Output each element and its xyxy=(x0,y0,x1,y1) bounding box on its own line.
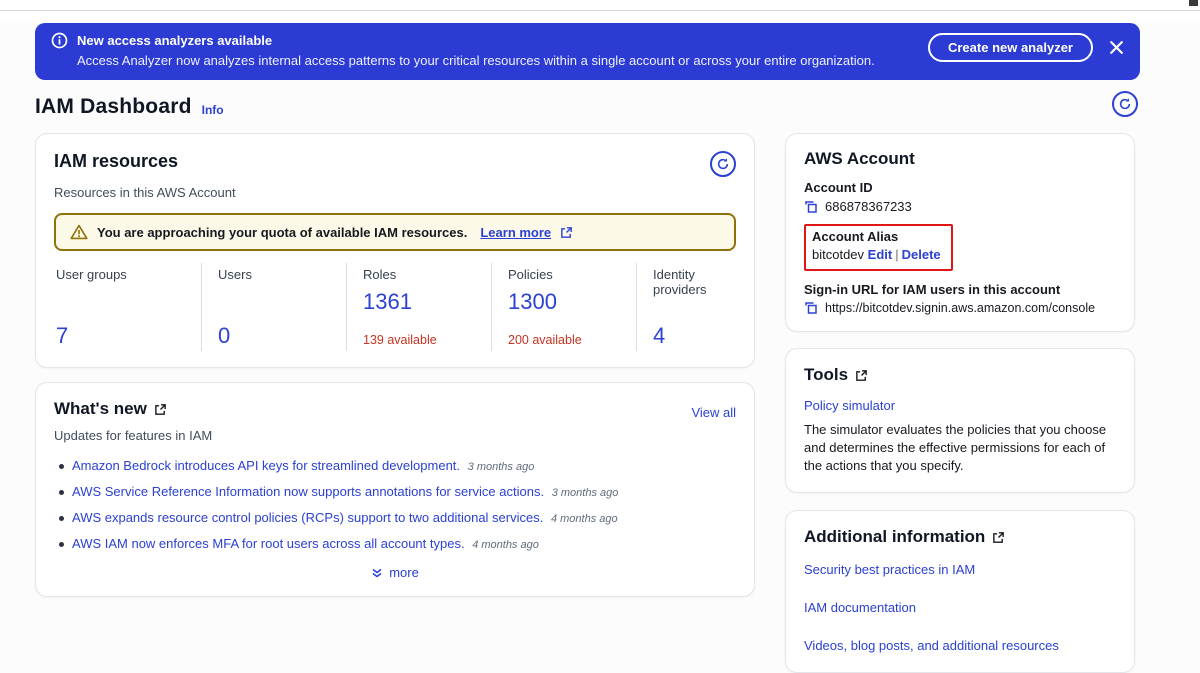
quota-warning-text: You are approaching your quota of availa… xyxy=(97,225,467,240)
copy-icon[interactable] xyxy=(804,200,818,214)
whats-new-title: What's new xyxy=(54,399,147,419)
stat-user-groups: User groups 7 xyxy=(54,263,201,351)
create-new-analyzer-button[interactable]: Create new analyzer xyxy=(928,33,1093,62)
stat-policies: Policies 1300 200 available xyxy=(491,263,636,351)
aws-account-card: AWS Account Account ID 686878367233 Acco… xyxy=(785,133,1135,332)
warning-triangle-icon xyxy=(70,224,88,240)
roles-count[interactable]: 1361 xyxy=(363,289,412,314)
more-toggle[interactable]: more xyxy=(371,565,419,580)
tools-card: Tools Policy simulator The simulator eva… xyxy=(785,348,1135,493)
info-circle-icon xyxy=(51,32,68,49)
videos-blog-posts-link[interactable]: Videos, blog posts, and additional resou… xyxy=(804,637,1116,654)
account-alias-label: Account Alias xyxy=(812,229,941,244)
list-item: Amazon Bedrock introduces API keys for s… xyxy=(54,458,736,475)
whats-new-list: Amazon Bedrock introduces API keys for s… xyxy=(54,458,736,553)
info-link[interactable]: Info xyxy=(202,103,224,117)
tools-title: Tools xyxy=(804,365,848,385)
account-id-value: 686878367233 xyxy=(825,199,912,214)
list-item: AWS Service Reference Information now su… xyxy=(54,484,736,501)
corner-mark xyxy=(1189,0,1198,6)
signin-url-label: Sign-in URL for IAM users in this accoun… xyxy=(804,282,1116,297)
flash-banner: New access analyzers available Access An… xyxy=(35,23,1140,80)
quota-warning-banner: You are approaching your quota of availa… xyxy=(54,213,736,251)
banner-title: New access analyzers available xyxy=(77,33,272,48)
external-link-icon xyxy=(855,369,868,382)
double-chevron-down-icon xyxy=(371,567,383,579)
list-item: AWS IAM now enforces MFA for root users … xyxy=(54,536,736,553)
additional-information-title: Additional information xyxy=(804,527,985,547)
close-icon[interactable] xyxy=(1109,40,1124,55)
top-strip xyxy=(0,0,1200,11)
external-link-icon xyxy=(154,403,167,416)
resources-refresh-icon[interactable] xyxy=(710,151,736,177)
policy-simulator-link[interactable]: Policy simulator xyxy=(804,398,1116,413)
banner-description: Access Analyzer now analyzes internal ac… xyxy=(77,53,970,68)
external-link-icon[interactable] xyxy=(560,226,573,239)
learn-more-link[interactable]: Learn more xyxy=(480,225,551,240)
policy-simulator-description: The simulator evaluates the policies tha… xyxy=(804,421,1116,475)
iam-resources-subtitle: Resources in this AWS Account xyxy=(54,185,736,200)
iam-resources-card: IAM resources Resources in this AWS Acco… xyxy=(35,133,755,368)
roles-available: 139 available xyxy=(363,333,437,347)
aws-account-title: AWS Account xyxy=(804,149,915,169)
iam-documentation-link[interactable]: IAM documentation xyxy=(804,599,1116,616)
edit-alias-link[interactable]: Edit xyxy=(868,247,893,262)
copy-icon[interactable] xyxy=(804,301,818,315)
external-link-icon xyxy=(992,531,1005,544)
view-all-link[interactable]: View all xyxy=(691,405,736,420)
user-groups-count[interactable]: 7 xyxy=(56,323,68,348)
whats-new-card: What's new View all Updates for features… xyxy=(35,382,755,597)
policies-available: 200 available xyxy=(508,333,582,347)
stat-roles: Roles 1361 139 available xyxy=(346,263,491,351)
users-count[interactable]: 0 xyxy=(218,323,230,348)
security-best-practices-link[interactable]: Security best practices in IAM xyxy=(804,561,1116,578)
iam-resources-title: IAM resources xyxy=(54,151,178,172)
delete-alias-link[interactable]: Delete xyxy=(902,247,941,262)
account-id-label: Account ID xyxy=(804,180,1116,195)
page-header: IAM Dashboard Info xyxy=(35,95,1140,119)
account-alias-value: bitcotdev xyxy=(812,247,864,262)
page-refresh-icon[interactable] xyxy=(1112,91,1138,117)
stat-identity-providers: Identity providers 4 xyxy=(636,263,736,351)
identity-providers-count[interactable]: 4 xyxy=(653,323,665,348)
iam-dashboard-page: New access analyzers available Access An… xyxy=(0,23,1200,673)
stat-users: Users 0 xyxy=(201,263,346,351)
whats-new-subtitle: Updates for features in IAM xyxy=(54,428,736,443)
signin-url-value: https://bitcotdev.signin.aws.amazon.com/… xyxy=(825,301,1095,315)
additional-information-card: Additional information Security best pra… xyxy=(785,510,1135,673)
iam-resources-stats: User groups 7 Users 0 Roles 1361 139 ava… xyxy=(54,263,736,351)
whats-new-link[interactable]: AWS expands resource control policies (R… xyxy=(72,510,543,525)
whats-new-link[interactable]: AWS IAM now enforces MFA for root users … xyxy=(72,536,465,551)
whats-new-link[interactable]: AWS Service Reference Information now su… xyxy=(72,484,544,499)
annotation-box: Account Alias bitcotdev Edit|Delete xyxy=(804,224,953,271)
policies-count[interactable]: 1300 xyxy=(508,289,557,314)
whats-new-link[interactable]: Amazon Bedrock introduces API keys for s… xyxy=(72,458,460,473)
page-title: IAM Dashboard xyxy=(35,95,192,119)
list-item: AWS expands resource control policies (R… xyxy=(54,510,736,527)
